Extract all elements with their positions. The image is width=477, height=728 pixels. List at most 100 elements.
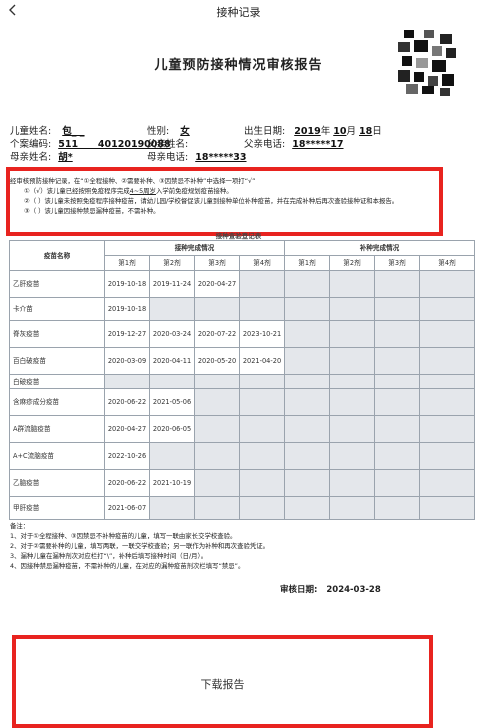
vaccination-table-body: 乙肝疫苗 2019-10-18 2019-11-24 2020-04-27 卡介苗 201… bbox=[9, 270, 475, 520]
vaccine-name: 卡介苗 bbox=[9, 297, 105, 321]
table-row: 白破疫苗 bbox=[9, 374, 475, 389]
table-row: 乙肝疫苗 2019-10-18 2019-11-24 2020-04-27 bbox=[9, 270, 475, 298]
mother-phone-label: 母亲电话: bbox=[147, 152, 189, 163]
dose-header: 第4剂 bbox=[239, 255, 285, 271]
dose-date-cell: 2020-06-22 bbox=[104, 388, 150, 416]
catchup-dose-cell bbox=[374, 442, 420, 470]
mother-name-field: 母亲姓名: 胡* bbox=[10, 149, 73, 163]
notice-item-1-prefix: ①（√）该儿童已经按照免疫程序完成 bbox=[24, 187, 130, 195]
dose-header: 第2剂 bbox=[149, 255, 195, 271]
dose-date-cell: 2021-06-07 bbox=[104, 496, 150, 520]
notice-item-2: ②（ ）该儿童未按照免疫程序接种疫苗，请幼儿园/学校督促该儿童到接种单位补种疫苗… bbox=[24, 197, 399, 205]
notice-item-1: ①（√）该儿童已经按照免疫程序完成4~5周岁入学前免疫规划疫苗接种。 bbox=[10, 186, 440, 196]
dose-date-cell bbox=[239, 442, 285, 470]
father-phone-field: 父亲电话: 18*****17 bbox=[244, 136, 344, 150]
vaccine-name: 乙肝疫苗 bbox=[9, 270, 105, 298]
qr-code-icon bbox=[396, 28, 458, 96]
dose-date-cell bbox=[194, 469, 240, 497]
dose-date-cell: 2020-04-11 bbox=[149, 347, 195, 375]
notice-item-3: ③（ ）该儿童因接种禁忌漏种疫苗，不需补种。 bbox=[24, 207, 160, 215]
catchup-dose-cell bbox=[419, 320, 475, 348]
verification-notice: 经审核预防接种记录，在“①全程接种、②需要补种、③因禁忌不补种”中选择一项打“√… bbox=[10, 176, 440, 216]
vaccine-name: 白破疫苗 bbox=[9, 374, 105, 389]
child-name-field: 儿童姓名: 包_ _ bbox=[10, 123, 85, 137]
catchup-dose-cell bbox=[284, 415, 330, 443]
catchup-dose-cell bbox=[284, 374, 330, 389]
audit-date: 审核日期: 2024-03-28 bbox=[280, 583, 381, 595]
catchup-dose-cell bbox=[329, 374, 375, 389]
dose-date-cell bbox=[104, 374, 150, 389]
vaccination-table: 疫苗名称 接种完成情况 补种完成情况 第1剂 第2剂 第3剂 第4剂 第1剂 第… bbox=[9, 240, 475, 520]
dose-header: 第1剂 bbox=[284, 255, 330, 271]
dose-date-cell bbox=[239, 496, 285, 520]
table-row: 百白破疫苗 2020-03-09 2020-04-11 2020-05-20 2021-… bbox=[9, 347, 475, 375]
vaccine-name: 乙脑疫苗 bbox=[9, 469, 105, 497]
completed-group-header: 接种完成情况 bbox=[104, 240, 285, 256]
catchup-dose-cell bbox=[284, 270, 330, 298]
dose-date-cell: 2020-05-20 bbox=[194, 347, 240, 375]
dose-date-cell: 2020-06-05 bbox=[149, 415, 195, 443]
vaccine-name: 百白破疫苗 bbox=[9, 347, 105, 375]
dose-header: 第3剂 bbox=[194, 255, 240, 271]
dob-day-unit: 日 bbox=[372, 126, 382, 137]
dose-date-cell bbox=[149, 496, 195, 520]
catchup-dose-cell bbox=[419, 374, 475, 389]
notice-intro: 经审核预防接种记录，在“①全程接种、②需要补种、③因禁忌不补种”中选择一项打“√… bbox=[10, 177, 256, 185]
notice-item-1-suffix: 入学前免疫规划疫苗接种。 bbox=[155, 187, 233, 195]
catchup-dose-cell bbox=[374, 374, 420, 389]
father-name-field: 父亲姓名: bbox=[147, 136, 188, 150]
dose-date-cell: 2020-03-24 bbox=[149, 320, 195, 348]
dose-date-cell bbox=[239, 297, 285, 321]
mother-phone-value: 18*****33 bbox=[195, 152, 247, 163]
table-row: 卡介苗 2019-10-18 bbox=[9, 297, 475, 321]
notice-item-1-age: 4~5周岁 bbox=[129, 187, 156, 195]
catchup-dose-cell bbox=[419, 388, 475, 416]
catchup-dose-cell bbox=[284, 388, 330, 416]
dose-date-cell: 2020-04-27 bbox=[104, 415, 150, 443]
vaccine-column-header: 疫苗名称 bbox=[9, 240, 105, 271]
nav-bar: 接种记录 bbox=[0, 0, 477, 22]
catchup-dose-cell bbox=[419, 270, 475, 298]
dose-date-cell: 2020-06-22 bbox=[104, 469, 150, 497]
table-row: 脊灰疫苗 2019-12-27 2020-03-24 2020-07-22 2023-1… bbox=[9, 320, 475, 348]
catchup-dose-cell bbox=[374, 388, 420, 416]
download-report-button[interactable]: 下载报告 bbox=[16, 639, 429, 728]
catchup-dose-cell bbox=[374, 415, 420, 443]
catchup-dose-cell bbox=[419, 415, 475, 443]
dose-date-cell bbox=[194, 297, 240, 321]
dose-date-cell bbox=[239, 270, 285, 298]
dose-header: 第2剂 bbox=[329, 255, 375, 271]
notes-heading: 备注： bbox=[10, 522, 30, 530]
catchup-dose-cell bbox=[329, 469, 375, 497]
table-caption: 接种查验登记表 bbox=[215, 232, 262, 240]
catchup-dose-cell bbox=[374, 297, 420, 321]
vaccine-name: A+C流脑疫苗 bbox=[9, 442, 105, 470]
dose-date-cell: 2021-04-20 bbox=[239, 347, 285, 375]
dob-day: 18 bbox=[359, 126, 373, 137]
dob-month-unit: 月 bbox=[346, 126, 356, 137]
dose-date-cell bbox=[149, 442, 195, 470]
catchup-dose-cell bbox=[284, 320, 330, 348]
note-line: 1、对于①全程接种、③因禁忌不补种疫苗的儿童，填写一联由家长交学校查验。 bbox=[10, 532, 237, 540]
catchup-dose-cell bbox=[329, 270, 375, 298]
dose-date-cell: 2019-10-18 bbox=[104, 270, 150, 298]
note-line: 3、漏种儿童在漏种剂次对应栏打“\”，补种后填写接种时间（日/月）。 bbox=[10, 552, 208, 560]
catchup-dose-cell bbox=[374, 496, 420, 520]
catchup-dose-cell bbox=[284, 442, 330, 470]
dose-date-cell bbox=[194, 496, 240, 520]
vaccine-name: A群流脑疫苗 bbox=[9, 415, 105, 443]
mother-name-value: 胡* bbox=[58, 152, 73, 163]
notes: 备注： 1、对于①全程接种、③因禁忌不补种疫苗的儿童，填写一联由家长交学校查验。… bbox=[10, 521, 269, 571]
dose-date-cell bbox=[194, 388, 240, 416]
dose-header: 第1剂 bbox=[104, 255, 150, 271]
note-line: 2、对于②需要补种的儿童，填写两联，一联交学校查验；另一联作为补种和再次查验凭证… bbox=[10, 542, 270, 550]
catchup-dose-cell bbox=[419, 297, 475, 321]
catchup-dose-cell bbox=[419, 496, 475, 520]
audit-date-label: 审核日期: bbox=[280, 585, 318, 595]
table-row: A+C流脑疫苗 2022-10-26 bbox=[9, 442, 475, 470]
page-title: 接种记录 bbox=[216, 6, 261, 19]
dob-field: 出生日期: 2019年 10月 18日 bbox=[244, 123, 382, 137]
catchup-dose-cell bbox=[374, 469, 420, 497]
table-row: 甲肝疫苗 2021-06-07 bbox=[9, 496, 475, 520]
catchup-dose-cell bbox=[329, 442, 375, 470]
